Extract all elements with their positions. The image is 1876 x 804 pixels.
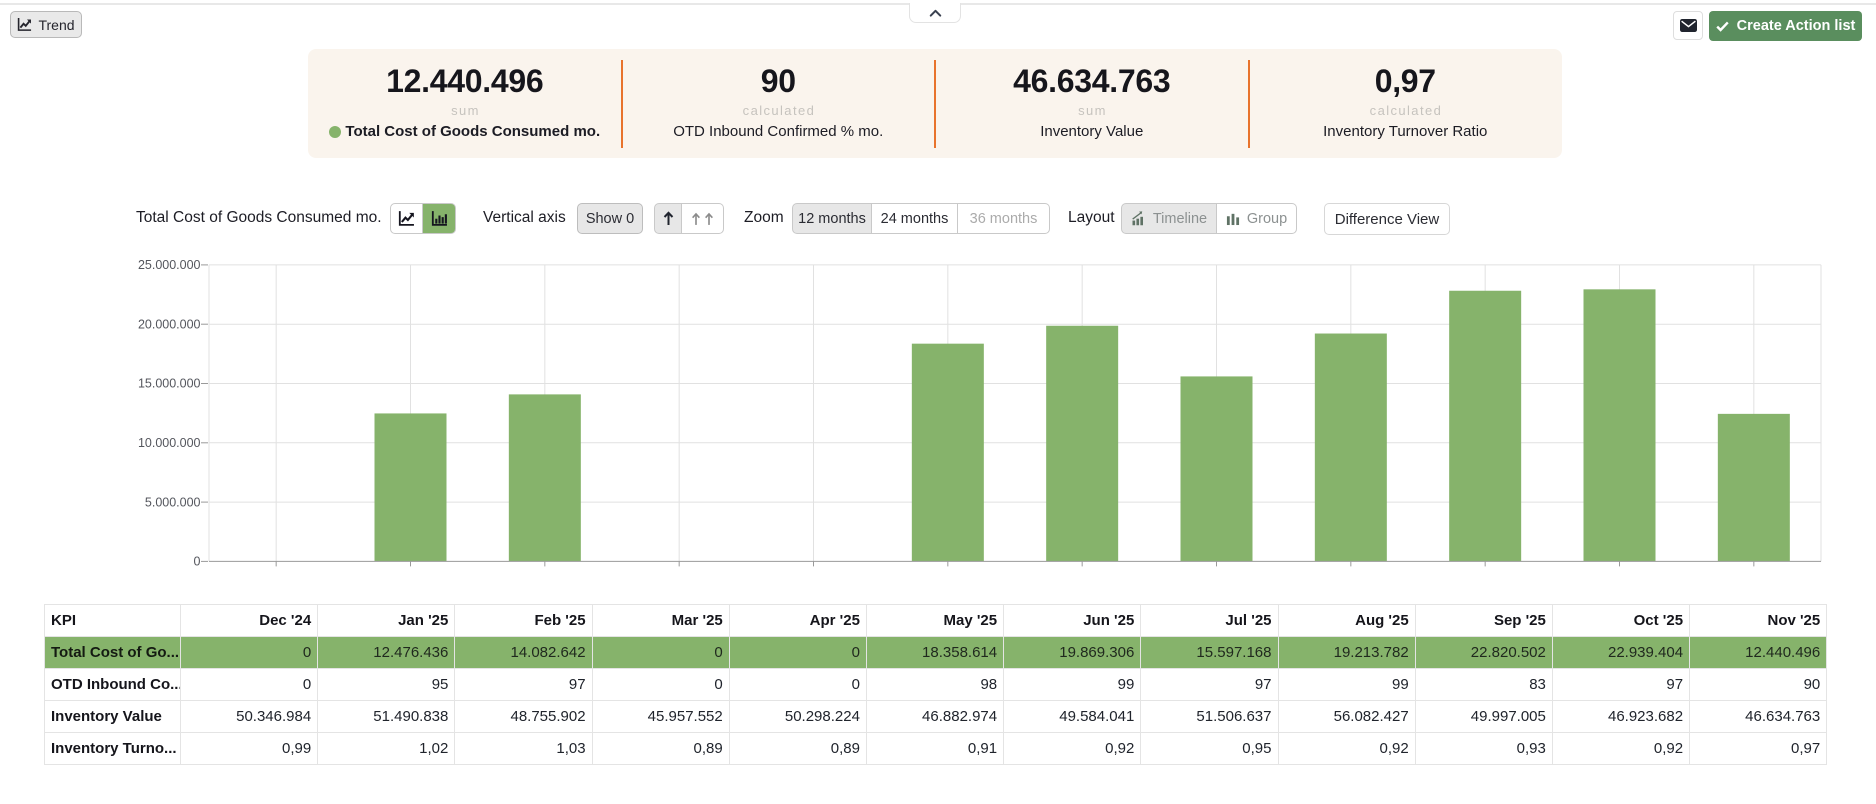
svg-text:10.000.000: 10.000.000	[138, 436, 201, 450]
svg-text:5.000.000: 5.000.000	[145, 495, 201, 509]
svg-text:20.000.000: 20.000.000	[138, 317, 201, 331]
svg-text:15.000.000: 15.000.000	[138, 377, 201, 391]
svg-text:0: 0	[194, 555, 201, 569]
svg-text:25.000.000: 25.000.000	[138, 258, 201, 272]
